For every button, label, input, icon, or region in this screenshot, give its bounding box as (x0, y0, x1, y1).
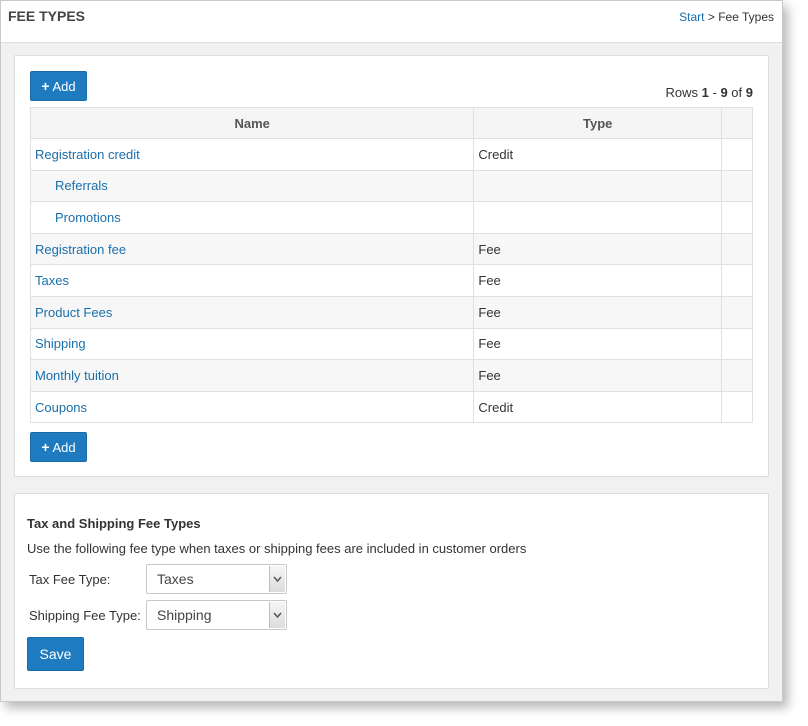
row-name-cell: Monthly tuition (29, 359, 475, 392)
fee-type-link[interactable]: Registration fee (35, 242, 126, 257)
tax-section-heading: Tax and Shipping Fee Types (27, 516, 201, 531)
tax-section-description: Use the following fee type when taxes or… (27, 541, 527, 556)
rows-info-prefix: Rows (665, 85, 698, 100)
page-title: FEE TYPES (8, 7, 86, 24)
fee-type-link[interactable]: Coupons (35, 400, 87, 415)
app-window: FEE TYPES Start > Fee Types + Add Rows 1… (0, 0, 783, 702)
row-type-cell: Fee (473, 264, 723, 297)
row-extra-cell (721, 169, 753, 203)
column-header-extra (721, 107, 753, 139)
plus-icon: + (41, 439, 50, 455)
fee-type-link[interactable]: Referrals (55, 178, 108, 193)
shipping-fee-type-value: Shipping (157, 607, 212, 623)
rows-info-dash: - (712, 85, 717, 100)
chevron-down-icon (269, 602, 285, 628)
plus-icon: + (41, 78, 50, 94)
column-header-name[interactable]: Name (29, 107, 475, 139)
table-row: Coupons Credit (29, 390, 753, 424)
column-header-type[interactable]: Type (473, 107, 723, 139)
row-extra-cell (721, 359, 753, 392)
tax-fee-type-value: Taxes (157, 571, 194, 587)
table-header-row: Name Type (29, 107, 753, 139)
breadcrumb-separator: > (707, 9, 715, 24)
row-type-cell: Fee (473, 359, 723, 392)
row-name-cell: Coupons (29, 390, 475, 424)
tax-fee-type-label: Tax Fee Type: (29, 572, 111, 587)
table-row: Shipping Fee (29, 327, 753, 361)
fee-type-link[interactable]: Shipping (35, 336, 86, 351)
row-extra-cell (721, 295, 753, 329)
shipping-fee-type-label: Shipping Fee Type: (29, 608, 141, 623)
row-type-cell: Fee (473, 295, 723, 329)
table-row: Product Fees Fee (29, 295, 753, 329)
table-row: Taxes Fee (29, 264, 753, 297)
rows-info-from: 1 (701, 85, 709, 100)
chevron-down-icon (269, 566, 285, 592)
fee-type-link[interactable]: Taxes (35, 273, 69, 288)
fee-types-table: Name Type Registration credit Credit Ref… (29, 107, 753, 424)
table-row: Referrals (29, 169, 753, 203)
breadcrumb: Start > Fee Types (679, 10, 774, 24)
rows-info-total: 9 (745, 85, 753, 100)
row-extra-cell (721, 264, 753, 297)
page-header: FEE TYPES Start > Fee Types (1, 1, 782, 43)
row-extra-cell (721, 327, 753, 361)
row-name-cell: Product Fees (29, 295, 475, 329)
tax-fee-type-select[interactable]: Taxes (146, 564, 287, 594)
table-row: Registration credit Credit (29, 138, 753, 171)
row-name-cell: Promotions (29, 201, 475, 234)
fee-type-link[interactable]: Product Fees (35, 305, 112, 320)
row-name-cell: Taxes (29, 264, 475, 297)
add-button-bottom[interactable]: + Add (30, 432, 87, 462)
row-type-cell (473, 169, 723, 203)
row-type-cell: Fee (473, 327, 723, 361)
fee-types-panel: + Add Rows 1 - 9 of 9 Name Type Registra… (14, 55, 769, 477)
add-button-label: Add (52, 439, 76, 455)
fee-type-link[interactable]: Monthly tuition (35, 368, 119, 383)
rows-info-of: of (731, 85, 743, 100)
tax-shipping-panel: Tax and Shipping Fee Types Use the follo… (14, 493, 769, 689)
row-type-cell (473, 201, 723, 234)
row-extra-cell (721, 390, 753, 424)
fee-type-link[interactable]: Promotions (55, 210, 121, 225)
add-button-top[interactable]: + Add (30, 71, 87, 101)
breadcrumb-start-link[interactable]: Start (679, 10, 704, 24)
row-name-cell: Referrals (29, 169, 475, 203)
row-type-cell: Credit (473, 138, 723, 171)
row-extra-cell (721, 201, 753, 234)
fee-type-link[interactable]: Registration credit (35, 147, 140, 162)
row-extra-cell (721, 138, 753, 171)
row-type-cell: Credit (473, 390, 723, 424)
row-name-cell: Registration credit (29, 138, 475, 171)
table-row: Registration fee Fee (29, 232, 753, 266)
row-extra-cell (721, 232, 753, 266)
shipping-fee-type-select[interactable]: Shipping (146, 600, 287, 630)
breadcrumb-current: Fee Types (718, 9, 774, 24)
row-name-cell: Shipping (29, 327, 475, 361)
add-button-label: Add (52, 78, 76, 94)
rows-info: Rows 1 - 9 of 9 (665, 85, 753, 100)
table-row: Monthly tuition Fee (29, 359, 753, 392)
table-row: Promotions (29, 201, 753, 234)
rows-info-to: 9 (720, 85, 728, 100)
row-name-cell: Registration fee (29, 232, 475, 266)
row-type-cell: Fee (473, 232, 723, 266)
save-button[interactable]: Save (27, 637, 84, 671)
